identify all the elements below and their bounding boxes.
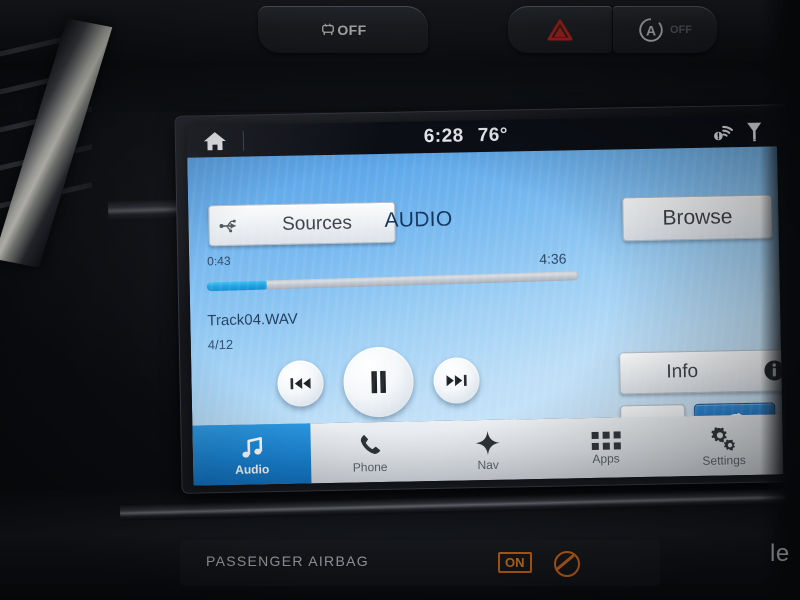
- nav-label-apps: Apps: [592, 450, 620, 466]
- usb-icon: [219, 218, 241, 232]
- gears-icon: [709, 425, 737, 452]
- next-track-icon: [445, 373, 467, 387]
- nav-item-nav[interactable]: Nav: [428, 419, 547, 481]
- nav-item-phone[interactable]: Phone: [310, 421, 429, 483]
- nav-label-nav: Nav: [477, 457, 499, 472]
- apps-grid-icon: [591, 430, 621, 450]
- clock: 6:28: [423, 125, 464, 148]
- airbag-status-indicator: ON: [498, 552, 532, 573]
- browse-button[interactable]: Browse: [622, 194, 773, 242]
- auto-start-stop-icon: A: [638, 17, 664, 43]
- elapsed-time: 0:43: [207, 253, 231, 269]
- play-pause-button[interactable]: [342, 346, 415, 418]
- info-label: Info: [666, 360, 699, 383]
- next-track-button[interactable]: [433, 357, 480, 404]
- nav-item-audio[interactable]: Audio: [192, 423, 312, 486]
- nav-label-phone: Phone: [352, 459, 388, 475]
- dashboard-mid-panel: [0, 62, 800, 112]
- passenger-airbag-plate: PASSENGER AIRBAG ON: [180, 540, 660, 586]
- auto-start-stop-label: OFF: [670, 24, 692, 36]
- music-note-icon: [239, 434, 265, 460]
- info-button[interactable]: Info: [619, 349, 784, 395]
- track-index: 4/12: [207, 336, 234, 353]
- previous-track-icon: [289, 376, 311, 390]
- passenger-airbag-label: PASSENGER AIRBAG: [206, 553, 369, 569]
- traction-control-label: OFF: [337, 22, 367, 38]
- browse-label: Browse: [662, 205, 733, 230]
- svg-text:A: A: [646, 22, 656, 38]
- clock-temperature: 6:28 76°: [232, 121, 700, 152]
- edge-partial-text: le: [770, 540, 790, 567]
- nav-label-settings: Settings: [702, 452, 746, 468]
- hazard-triangle-icon: [547, 18, 573, 42]
- pause-icon: [368, 370, 388, 394]
- phone-handset-icon: [357, 431, 383, 457]
- temperature: 76°: [477, 124, 509, 147]
- right-dashboard-trim: [760, 0, 800, 600]
- car-skid-icon: [319, 21, 337, 39]
- auto-start-stop-button[interactable]: A OFF: [613, 6, 717, 53]
- mode-label: AUDIO: [384, 207, 453, 232]
- track-title: Track04.WAV: [207, 310, 298, 330]
- airbag-off-icon: [554, 551, 580, 577]
- audio-player-panel: Sources AUDIO Browse 0:43 4:36 Track04.W…: [187, 146, 784, 446]
- wifi-warning-icon[interactable]: [712, 121, 735, 141]
- infotainment-screen: 6:28 76° Sources AUDIO Browse 0:43 4:36 …: [186, 114, 784, 486]
- progress-fill: [206, 280, 267, 292]
- home-icon: [203, 130, 227, 152]
- hazard-lights-button[interactable]: [508, 6, 612, 53]
- nav-label-audio: Audio: [235, 461, 270, 477]
- progress-bar[interactable]: [206, 271, 579, 292]
- previous-track-button[interactable]: [277, 360, 325, 407]
- infotainment-photo-scene: OFF A OFF 6:28 76° Sources AUDIO Browse …: [0, 0, 800, 600]
- sources-label: Sources: [281, 212, 353, 235]
- sources-button[interactable]: Sources: [208, 201, 396, 247]
- traction-control-button[interactable]: OFF: [258, 6, 428, 53]
- nav-star-icon: [474, 429, 500, 455]
- nav-item-apps[interactable]: Apps: [546, 417, 665, 479]
- total-duration: 4:36: [539, 250, 567, 267]
- bottom-navigation: Audio Phone Nav Apps Settings: [192, 414, 784, 486]
